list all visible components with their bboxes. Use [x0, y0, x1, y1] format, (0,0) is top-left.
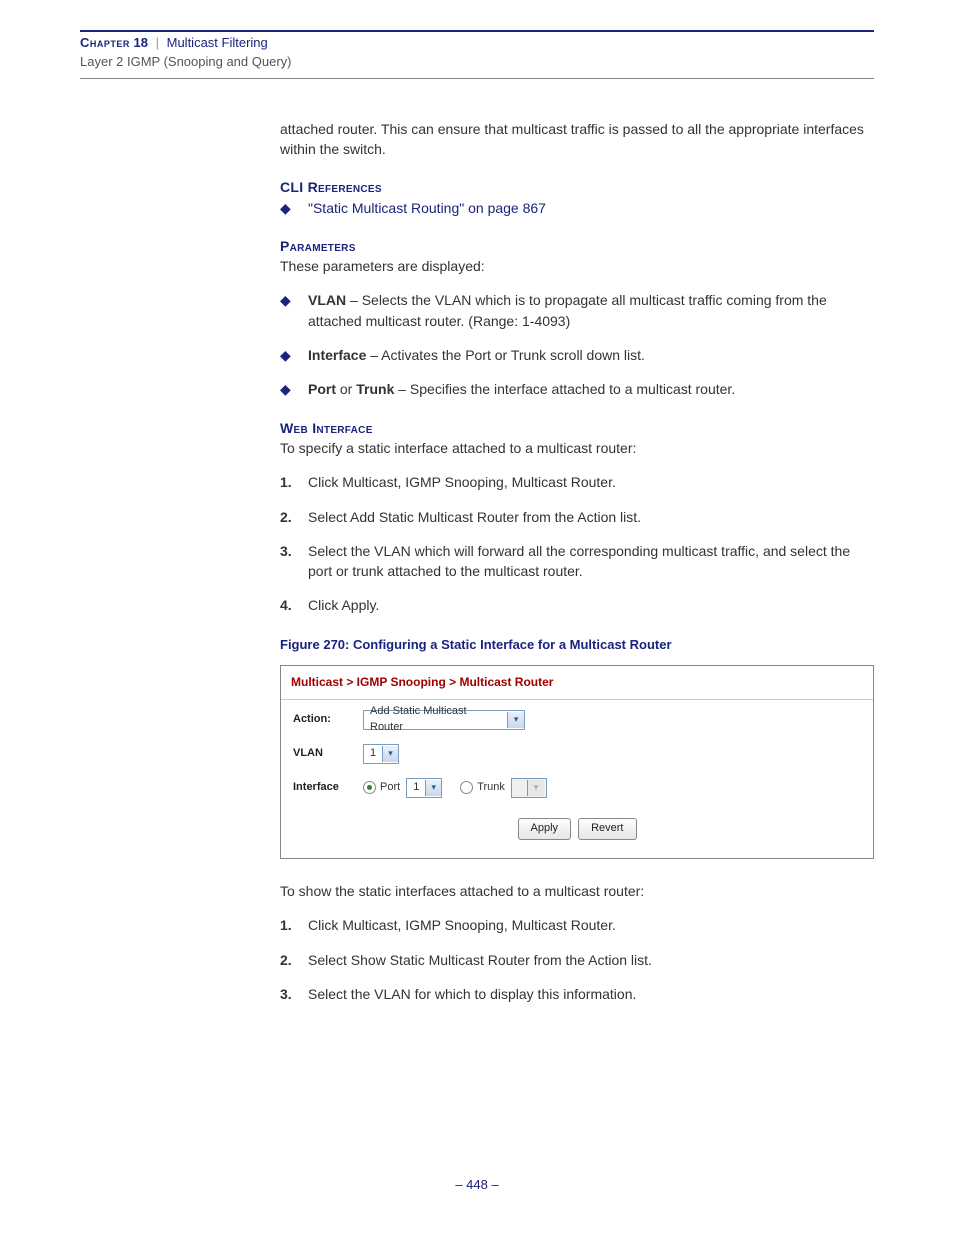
step-number: 2.: [280, 950, 308, 970]
header-separator: |: [156, 35, 159, 50]
step-text: Click Multicast, IGMP Snooping, Multicas…: [308, 915, 874, 935]
step-text: Select Add Static Multicast Router from …: [308, 507, 874, 527]
vlan-label: VLAN: [293, 746, 363, 762]
step-text: Select the VLAN for which to display thi…: [308, 984, 874, 1004]
page-number: – 448 –: [0, 1176, 954, 1195]
step-item: 2. Select Show Static Multicast Router f…: [280, 950, 874, 970]
step-item: 3. Select the VLAN for which to display …: [280, 984, 874, 1004]
revert-button[interactable]: Revert: [578, 818, 636, 840]
step-number: 2.: [280, 507, 308, 527]
web-interface-intro: To specify a static interface attached t…: [280, 438, 874, 458]
port-select-value: 1: [407, 780, 425, 796]
step-text: Click Multicast, IGMP Snooping, Multicas…: [308, 472, 874, 492]
action-label: Action:: [293, 712, 363, 728]
chapter-number: 18: [134, 35, 148, 50]
intro-paragraph: attached router. This can ensure that mu…: [280, 119, 874, 160]
param-item: ◆ VLAN – Selects the VLAN which is to pr…: [280, 290, 874, 331]
header-rule-top: [80, 30, 874, 32]
param-name: VLAN: [308, 292, 346, 308]
step-item: 2. Select Add Static Multicast Router fr…: [280, 507, 874, 527]
diamond-bullet-icon: ◆: [280, 345, 308, 365]
step-item: 4. Click Apply.: [280, 595, 874, 615]
action-select[interactable]: Add Static Multicast Router ▾: [363, 710, 525, 730]
step-number: 3.: [280, 984, 308, 1004]
step-item: 1. Click Multicast, IGMP Snooping, Multi…: [280, 915, 874, 935]
step-item: 3. Select the VLAN which will forward al…: [280, 541, 874, 582]
trunk-radio[interactable]: Trunk: [460, 780, 505, 796]
radio-off-icon: [460, 781, 473, 794]
param-desc: – Activates the Port or Trunk scroll dow…: [366, 347, 645, 363]
vlan-select[interactable]: 1 ▾: [363, 744, 399, 764]
header-rule-bottom: [80, 78, 874, 79]
port-radio-label: Port: [380, 780, 400, 796]
port-select[interactable]: 1 ▾: [406, 778, 442, 798]
ui-breadcrumb: Multicast > IGMP Snooping > Multicast Ro…: [281, 666, 873, 700]
step-text: Click Apply.: [308, 595, 874, 615]
param-name: Interface: [308, 347, 366, 363]
chevron-down-icon: ▾: [527, 780, 544, 796]
vlan-row: VLAN 1 ▾: [293, 744, 861, 764]
chevron-down-icon: ▾: [382, 746, 398, 762]
diamond-bullet-icon: ◆: [280, 379, 308, 399]
main-content: attached router. This can ensure that mu…: [280, 119, 874, 1004]
param-item: ◆ Interface – Activates the Port or Trun…: [280, 345, 874, 365]
step-text: Select the VLAN which will forward all t…: [308, 541, 874, 582]
step-number: 1.: [280, 472, 308, 492]
trunk-select: ▾: [511, 778, 547, 798]
action-select-value: Add Static Multicast Router: [364, 704, 507, 736]
cli-references-section: CLI References ◆ "Static Multicast Routi…: [280, 177, 874, 218]
param-item: ◆ Port or Trunk – Specifies the interfac…: [280, 379, 874, 399]
show-section: To show the static interfaces attached t…: [280, 881, 874, 1004]
chevron-down-icon: ▾: [425, 780, 441, 796]
param-desc: – Specifies the interface attached to a …: [394, 381, 735, 397]
step-number: 1.: [280, 915, 308, 935]
parameters-head: Parameters: [280, 236, 874, 256]
step-number: 3.: [280, 541, 308, 582]
parameters-section: Parameters These parameters are displaye…: [280, 236, 874, 400]
step-text: Select Show Static Multicast Router from…: [308, 950, 874, 970]
step-number: 4.: [280, 595, 308, 615]
chapter-title: Multicast Filtering: [167, 35, 268, 50]
step-item: 1. Click Multicast, IGMP Snooping, Multi…: [280, 472, 874, 492]
radio-on-icon: [363, 781, 376, 794]
button-row: Apply Revert: [293, 812, 861, 844]
chevron-down-icon: ▾: [507, 712, 524, 728]
header-subtitle: Layer 2 IGMP (Snooping and Query): [80, 53, 292, 72]
show-intro: To show the static interfaces attached t…: [280, 881, 874, 901]
web-interface-head: Web Interface: [280, 418, 874, 438]
parameters-intro: These parameters are displayed:: [280, 256, 874, 276]
cli-references-head: CLI References: [280, 177, 874, 197]
interface-row: Interface Port 1 ▾ Trunk: [293, 778, 861, 798]
figure-screenshot: Multicast > IGMP Snooping > Multicast Ro…: [280, 665, 874, 859]
cli-reference-link[interactable]: "Static Multicast Routing" on page 867: [308, 198, 874, 218]
param-name: Port: [308, 381, 336, 397]
vlan-select-value: 1: [364, 746, 382, 762]
diamond-bullet-icon: ◆: [280, 290, 308, 331]
figure-caption: Figure 270: Configuring a Static Interfa…: [280, 636, 874, 655]
port-radio[interactable]: Port: [363, 780, 400, 796]
running-header: Chapter 18 | Multicast Filtering Layer 2…: [80, 34, 874, 72]
action-row: Action: Add Static Multicast Router ▾: [293, 710, 861, 730]
param-desc: – Selects the VLAN which is to propagate…: [308, 292, 827, 328]
diamond-bullet-icon: ◆: [280, 198, 308, 218]
param-name-2: Trunk: [356, 381, 394, 397]
chapter-word: Chapter: [80, 35, 130, 50]
apply-button[interactable]: Apply: [518, 818, 572, 840]
trunk-radio-label: Trunk: [477, 780, 505, 796]
trunk-select-value: [512, 780, 527, 796]
web-interface-section: Web Interface To specify a static interf…: [280, 418, 874, 616]
interface-label: Interface: [293, 780, 363, 796]
